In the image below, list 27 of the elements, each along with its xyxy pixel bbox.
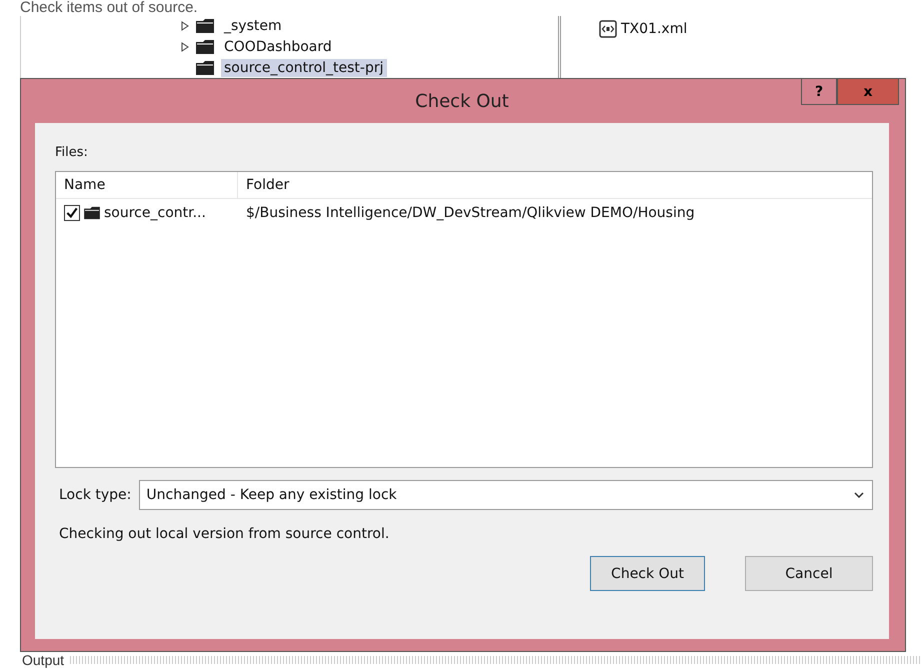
page-caption: Check items out of source. xyxy=(19,0,199,16)
tree-item[interactable]: COODashboard xyxy=(221,38,335,56)
xml-file-icon xyxy=(599,20,617,38)
lock-type-label: Lock type: xyxy=(59,487,132,503)
folder-icon xyxy=(83,206,101,220)
table-cell: source_contr... xyxy=(104,205,206,221)
folder-icon xyxy=(195,38,215,54)
checkbox[interactable] xyxy=(64,205,80,221)
folder-icon xyxy=(195,60,215,76)
tree-item[interactable]: source_control_test-prj xyxy=(221,58,386,76)
status-text: Checking out local version from source control. xyxy=(58,526,390,542)
help-button[interactable]: ? xyxy=(801,79,837,105)
expand-arrow-icon[interactable] xyxy=(181,20,189,30)
column-header[interactable]: Folder xyxy=(238,172,872,198)
close-button[interactable]: x xyxy=(837,79,899,105)
table-cell-text: $/Business Intelligence/DW_DevStream/Qlikview DEMO/Housing xyxy=(245,205,696,221)
tree-item[interactable]: _system xyxy=(221,16,285,34)
expand-arrow-icon[interactable] xyxy=(181,42,189,52)
lock-type-dropdown[interactable]: Unchanged - Keep any existing lock xyxy=(139,480,873,510)
files-label: Files: xyxy=(55,145,89,160)
check-out-button[interactable]: Check Out xyxy=(590,556,705,591)
dialog-title: Check Out xyxy=(415,90,509,112)
file-name[interactable]: TX01.xml xyxy=(621,21,688,37)
column-header[interactable]: Name xyxy=(56,172,238,198)
cancel-button[interactable]: Cancel xyxy=(745,556,873,591)
caret-icon xyxy=(854,492,864,498)
output-panel-title[interactable]: Output xyxy=(22,652,64,668)
